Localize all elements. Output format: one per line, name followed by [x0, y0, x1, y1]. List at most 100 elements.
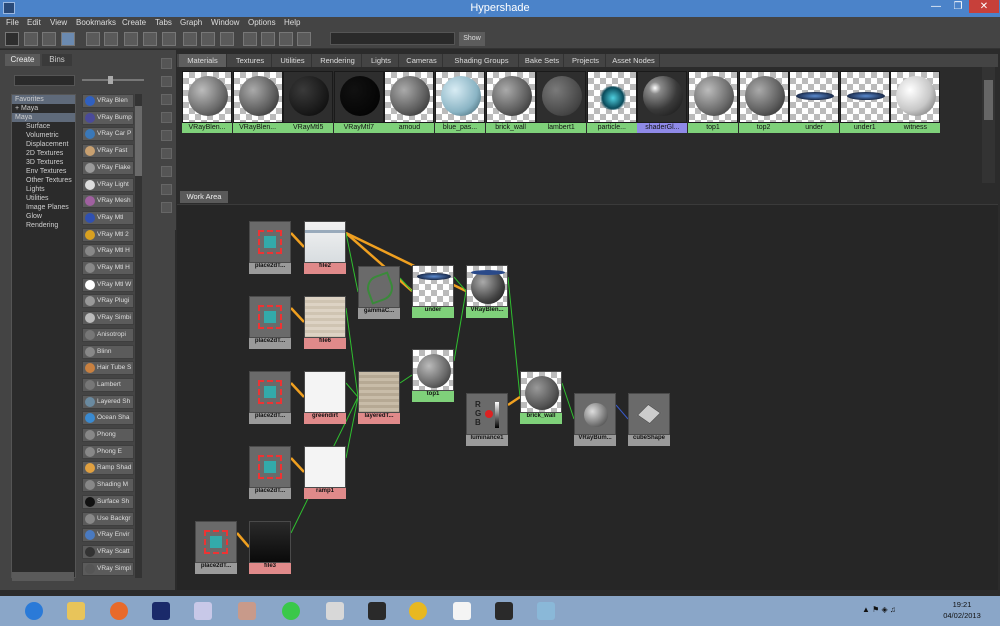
node-type-item[interactable]: VRay Mtl H [82, 261, 134, 275]
node-type-item[interactable]: VRay Mtl 2 [82, 227, 134, 242]
tree-item[interactable]: Displacement [12, 140, 75, 149]
tree-item[interactable]: Lights [12, 185, 75, 194]
node-type-item[interactable]: VRay Mtl W [82, 277, 134, 292]
maximize-button[interactable]: ❐ [947, 0, 969, 13]
side-tool-icon[interactable] [161, 76, 172, 87]
output-connections-icon[interactable] [220, 32, 234, 46]
graph-node-p3[interactable]: place2dT... [249, 371, 291, 424]
taskbar-nuke[interactable] [357, 598, 395, 624]
graph-node-ramp1[interactable]: ramp1 [304, 446, 346, 499]
minimize-button[interactable]: — [925, 0, 947, 13]
tab-asset-nodes[interactable]: Asset Nodes [608, 54, 660, 67]
side-tool-icon[interactable] [161, 148, 172, 159]
node-type-item[interactable]: Anisotropi [82, 327, 134, 342]
side-tool-icon[interactable] [161, 112, 172, 123]
tab-rendering[interactable]: Rendering [314, 54, 362, 67]
menu-view[interactable]: View [50, 18, 67, 27]
taskbar-photoshop[interactable] [141, 598, 179, 624]
tree-item[interactable]: Volumetric [12, 131, 75, 140]
graph-node-lum[interactable]: R G B luminance1 [466, 393, 508, 446]
menu-edit[interactable]: Edit [27, 18, 41, 27]
menu-create[interactable]: Create [122, 18, 146, 27]
node-type-item[interactable]: VRay Car P [82, 127, 134, 142]
connection-wire[interactable] [399, 374, 413, 384]
graph-node-gamma[interactable]: gammaC... [358, 266, 400, 319]
menu-graph[interactable]: Graph [180, 18, 202, 27]
connection-wire[interactable] [561, 382, 575, 420]
tree-item[interactable]: Other Textures [12, 176, 75, 185]
node-type-item[interactable]: VRay Mesh [82, 194, 134, 209]
graph-node-p5[interactable]: place2dT... [195, 521, 237, 574]
taskbar-internet-explorer[interactable] [14, 598, 52, 624]
tab-shading-groups[interactable]: Shading Groups [445, 54, 519, 67]
graph-node-p1[interactable]: place2dT... [249, 221, 291, 274]
material-swatch[interactable]: VRayMtl7 [333, 71, 384, 135]
icon-size-slider[interactable] [82, 79, 144, 81]
node-type-item[interactable]: VRay Scatt [82, 544, 134, 559]
taskbar-fc3[interactable] [484, 598, 522, 624]
taskbar-app-face[interactable] [227, 598, 265, 624]
node-type-item[interactable]: Ramp Shad [82, 461, 134, 476]
swatch-icon[interactable] [243, 32, 257, 46]
work-area-graph[interactable]: place2dT... file2 place2dT... file6 gammaC..… [177, 204, 998, 590]
search-input[interactable] [330, 32, 455, 45]
clear-graph-icon[interactable] [104, 32, 118, 46]
input-connections-icon[interactable] [183, 32, 197, 46]
node-type-item[interactable]: Ocean Sha [82, 411, 134, 426]
connection-wire[interactable] [507, 276, 521, 398]
material-swatch[interactable]: VRayMtl5 [283, 71, 334, 135]
clock[interactable]: 19:21 04/02/2013 [932, 599, 992, 621]
tab-textures[interactable]: Textures [229, 54, 272, 67]
taskbar-app-window[interactable] [526, 598, 564, 624]
ipr-render-icon[interactable] [297, 32, 311, 46]
graph-node-p2[interactable]: place2dT... [249, 296, 291, 349]
side-tool-icon[interactable] [161, 184, 172, 195]
menu-options[interactable]: Options [248, 18, 276, 27]
close-button[interactable]: ✕ [969, 0, 999, 13]
tree-item[interactable]: Utilities [12, 194, 75, 203]
material-swatch[interactable]: brick_wall [485, 71, 536, 135]
slider-handle[interactable] [108, 76, 113, 84]
material-swatch[interactable]: VRayBlen... [232, 71, 283, 135]
connection-wire[interactable] [453, 290, 467, 362]
tree-item[interactable]: Env Textures [12, 167, 75, 176]
node-type-item[interactable]: Phong [82, 428, 134, 442]
tab-create[interactable]: Create [5, 54, 40, 66]
graph-node-greendirt[interactable]: greendirt [304, 371, 346, 424]
menu-tabs[interactable]: Tabs [155, 18, 172, 27]
taskbar-file-explorer[interactable] [56, 598, 94, 624]
show-button[interactable]: Show [459, 32, 485, 46]
material-swatch[interactable]: witness [890, 71, 941, 135]
material-swatch[interactable]: VRayBlen... [182, 71, 232, 135]
connection-wire[interactable] [236, 532, 250, 548]
material-swatch[interactable]: lambert1 [536, 71, 587, 135]
tree-item[interactable]: Glow [12, 212, 75, 221]
layout-bottom-icon[interactable] [42, 32, 56, 46]
graph-node-file2[interactable]: file2 [304, 221, 346, 274]
filter-input[interactable] [14, 75, 75, 86]
graph-materials-icon[interactable] [143, 32, 157, 46]
taskbar-firefox[interactable] [99, 598, 137, 624]
side-tool-icon[interactable] [161, 166, 172, 177]
tree-item[interactable]: Maya [12, 113, 75, 122]
node-type-item[interactable]: VRay Light [82, 177, 134, 192]
side-tool-icon[interactable] [161, 130, 172, 141]
connection-wire[interactable] [507, 395, 521, 407]
tree-scrollbar[interactable] [12, 572, 74, 581]
menu-file[interactable]: File [6, 18, 19, 27]
menu-bookmarks[interactable]: Bookmarks [76, 18, 116, 27]
menu-help[interactable]: Help [284, 18, 300, 27]
node-type-item[interactable]: VRay Simbi [82, 311, 134, 326]
tree-item[interactable]: + Maya [12, 104, 75, 113]
graph-node-under[interactable]: under [412, 265, 454, 318]
graph-textures-icon[interactable] [162, 32, 176, 46]
node-type-item[interactable]: Surface Sh [82, 494, 134, 509]
node-type-item[interactable]: VRay Blen [82, 94, 134, 108]
connection-wire[interactable] [290, 232, 305, 248]
tab-bake-sets[interactable]: Bake Sets [521, 54, 564, 67]
panel-toggle-icon[interactable] [5, 32, 19, 46]
node-type-item[interactable]: VRay Plugi [82, 294, 134, 309]
node-type-item[interactable]: VRay Envir [82, 528, 134, 543]
node-type-item[interactable]: Shading M [82, 478, 134, 493]
connection-wire[interactable] [345, 307, 359, 398]
